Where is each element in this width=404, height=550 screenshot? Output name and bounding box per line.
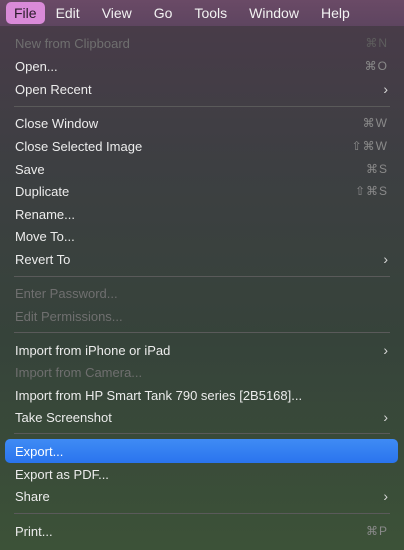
chevron-right-icon: › [383,81,388,97]
menu-item-save[interactable]: Save ⌘S [5,158,398,180]
menubar-tools[interactable]: Tools [187,2,234,24]
chevron-right-icon: › [383,409,388,425]
menu-item-label: Import from Camera... [15,364,143,380]
menu-item-export[interactable]: Export... [5,439,398,463]
menu-item-label: Close Window [15,115,99,131]
menu-item-close-selected-image[interactable]: Close Selected Image ⇧⌘W [5,135,398,157]
shortcut: ⇧⌘W [351,139,388,153]
menu-separator [14,276,390,277]
menu-item-label: Export... [15,443,64,459]
chevron-right-icon: › [383,251,388,267]
menu-item-label: Import from HP Smart Tank 790 series [2B… [15,387,303,403]
menu-item-label: Export as PDF... [15,466,109,482]
menu-item-label: Share [15,488,50,504]
shortcut: ⌘W [362,116,388,130]
menu-item-print[interactable]: Print... ⌘P [5,520,398,542]
menubar-view[interactable]: View [95,2,139,24]
menu-separator [14,513,390,514]
menu-item-label: Rename... [15,206,75,222]
menu-item-open-recent[interactable]: Open Recent › [5,78,398,100]
menu-item-label: Print... [15,523,53,539]
menu-item-close-window[interactable]: Close Window ⌘W [5,112,398,134]
menu-item-share[interactable]: Share › [5,485,398,507]
menubar-window[interactable]: Window [242,2,306,24]
menu-item-import-from-iphone[interactable]: Import from iPhone or iPad › [5,339,398,361]
menu-item-label: Save [15,161,45,177]
menu-item-label: Move To... [15,228,75,244]
menubar-go[interactable]: Go [147,2,180,24]
file-menu: New from Clipboard ⌘N Open... ⌘O Open Re… [0,26,404,550]
menu-item-label: Enter Password... [15,285,118,301]
menu-bar: File Edit View Go Tools Window Help [0,0,404,26]
menu-item-import-from-camera: Import from Camera... [5,361,398,383]
shortcut: ⇧⌘S [354,184,388,198]
menu-separator [14,106,390,107]
chevron-right-icon: › [383,488,388,504]
menu-item-export-as-pdf[interactable]: Export as PDF... [5,463,398,485]
menubar-help[interactable]: Help [314,2,357,24]
menu-item-take-screenshot[interactable]: Take Screenshot › [5,406,398,428]
menu-item-label: Revert To [15,251,71,267]
menu-item-edit-permissions: Edit Permissions... [5,305,398,327]
menu-item-label: Open... [15,58,58,74]
shortcut: ⌘P [365,524,388,538]
menu-item-duplicate[interactable]: Duplicate ⇧⌘S [5,180,398,202]
menu-item-label: Close Selected Image [15,138,143,154]
menu-item-enter-password: Enter Password... [5,282,398,304]
menu-item-new-from-clipboard: New from Clipboard ⌘N [5,32,398,54]
menu-item-label: Import from iPhone or iPad [15,342,171,358]
chevron-right-icon: › [383,342,388,358]
menu-item-rename[interactable]: Rename... [5,203,398,225]
menu-item-label: Open Recent [15,81,92,97]
menu-item-label: New from Clipboard [15,35,130,51]
menu-item-label: Take Screenshot [15,409,112,425]
menu-separator [14,433,390,434]
menubar-file[interactable]: File [6,2,45,24]
shortcut: ⌘N [365,36,388,50]
menu-item-open[interactable]: Open... ⌘O [5,55,398,77]
shortcut: ⌘S [365,162,388,176]
menu-item-label: Edit Permissions... [15,308,123,324]
menu-item-move-to[interactable]: Move To... [5,225,398,247]
menu-item-label: Duplicate [15,183,70,199]
menubar-edit[interactable]: Edit [49,2,87,24]
menu-separator [14,332,390,333]
shortcut: ⌘O [364,59,388,73]
menu-item-import-from-hp[interactable]: Import from HP Smart Tank 790 series [2B… [5,384,398,406]
menu-item-revert-to[interactable]: Revert To › [5,248,398,270]
